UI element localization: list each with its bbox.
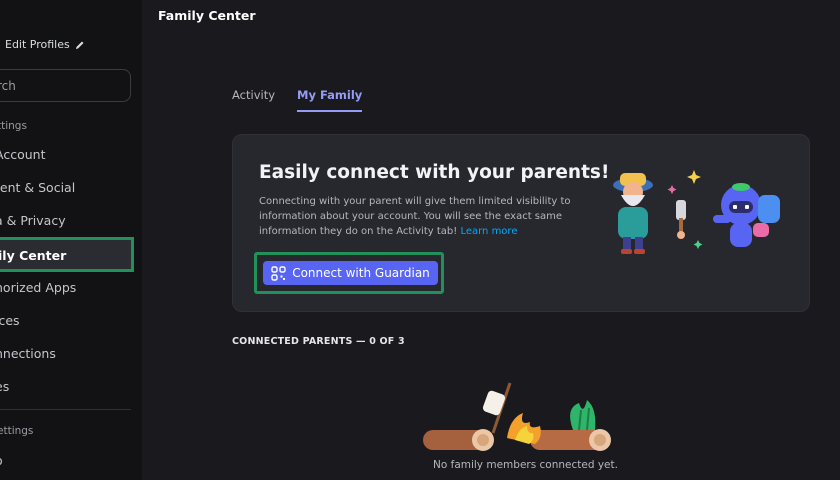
sidebar-item-nitro[interactable]: o (0, 450, 3, 472)
sidebar-item-content-social[interactable]: tent & Social (0, 177, 75, 199)
no-family-members-text: No family members connected yet. (433, 459, 618, 471)
parent-child-illustration (613, 170, 780, 254)
connect-parents-card: Easily connect with your parents! Connec… (232, 134, 810, 312)
sidebar-item-devices[interactable]: ices (0, 310, 20, 332)
sidebar-item-data-privacy[interactable]: a & Privacy (0, 210, 66, 232)
sidebar-item-authorized-apps[interactable]: horized Apps (0, 277, 76, 299)
settings-sidebar: Edit Profiles rch ttings Account tent & … (0, 0, 142, 480)
search-placeholder: rch (0, 79, 16, 93)
family-center-tabs: Activity My Family (232, 88, 363, 112)
card-description-text: Connecting with your parent will give th… (259, 196, 571, 237)
sidebar-divider (0, 409, 131, 410)
connected-parents-header: CONNECTED PARENTS — 0 OF 3 (232, 336, 405, 347)
tab-my-family[interactable]: My Family (297, 88, 363, 112)
sidebar-item-clips[interactable]: es (0, 376, 9, 398)
card-title: Easily connect with your parents! (259, 162, 610, 183)
learn-more-link[interactable]: Learn more (460, 226, 517, 237)
card-description: Connecting with your parent will give th… (259, 194, 574, 239)
tab-activity[interactable]: Activity (232, 88, 275, 112)
search-input[interactable]: rch (0, 69, 131, 102)
qr-code-icon (271, 265, 286, 281)
pencil-icon (75, 41, 84, 49)
highlight-frame: Connect with Guardian (254, 252, 444, 294)
user-settings-header: ttings (0, 120, 27, 132)
page-title: Family Center (158, 8, 256, 23)
connect-with-guardian-button[interactable]: Connect with Guardian (263, 261, 438, 285)
edit-profiles-label: Edit Profiles (5, 38, 70, 51)
connect-button-label: Connect with Guardian (292, 266, 430, 280)
campfire-illustration (423, 382, 611, 451)
sidebar-item-account[interactable]: Account (0, 144, 45, 166)
app-settings-header: ettings (0, 425, 34, 437)
sidebar-item-connections[interactable]: nnections (0, 343, 56, 365)
edit-profiles-link[interactable]: Edit Profiles (5, 38, 85, 51)
sidebar-item-family-center[interactable]: ily Center (0, 237, 134, 272)
